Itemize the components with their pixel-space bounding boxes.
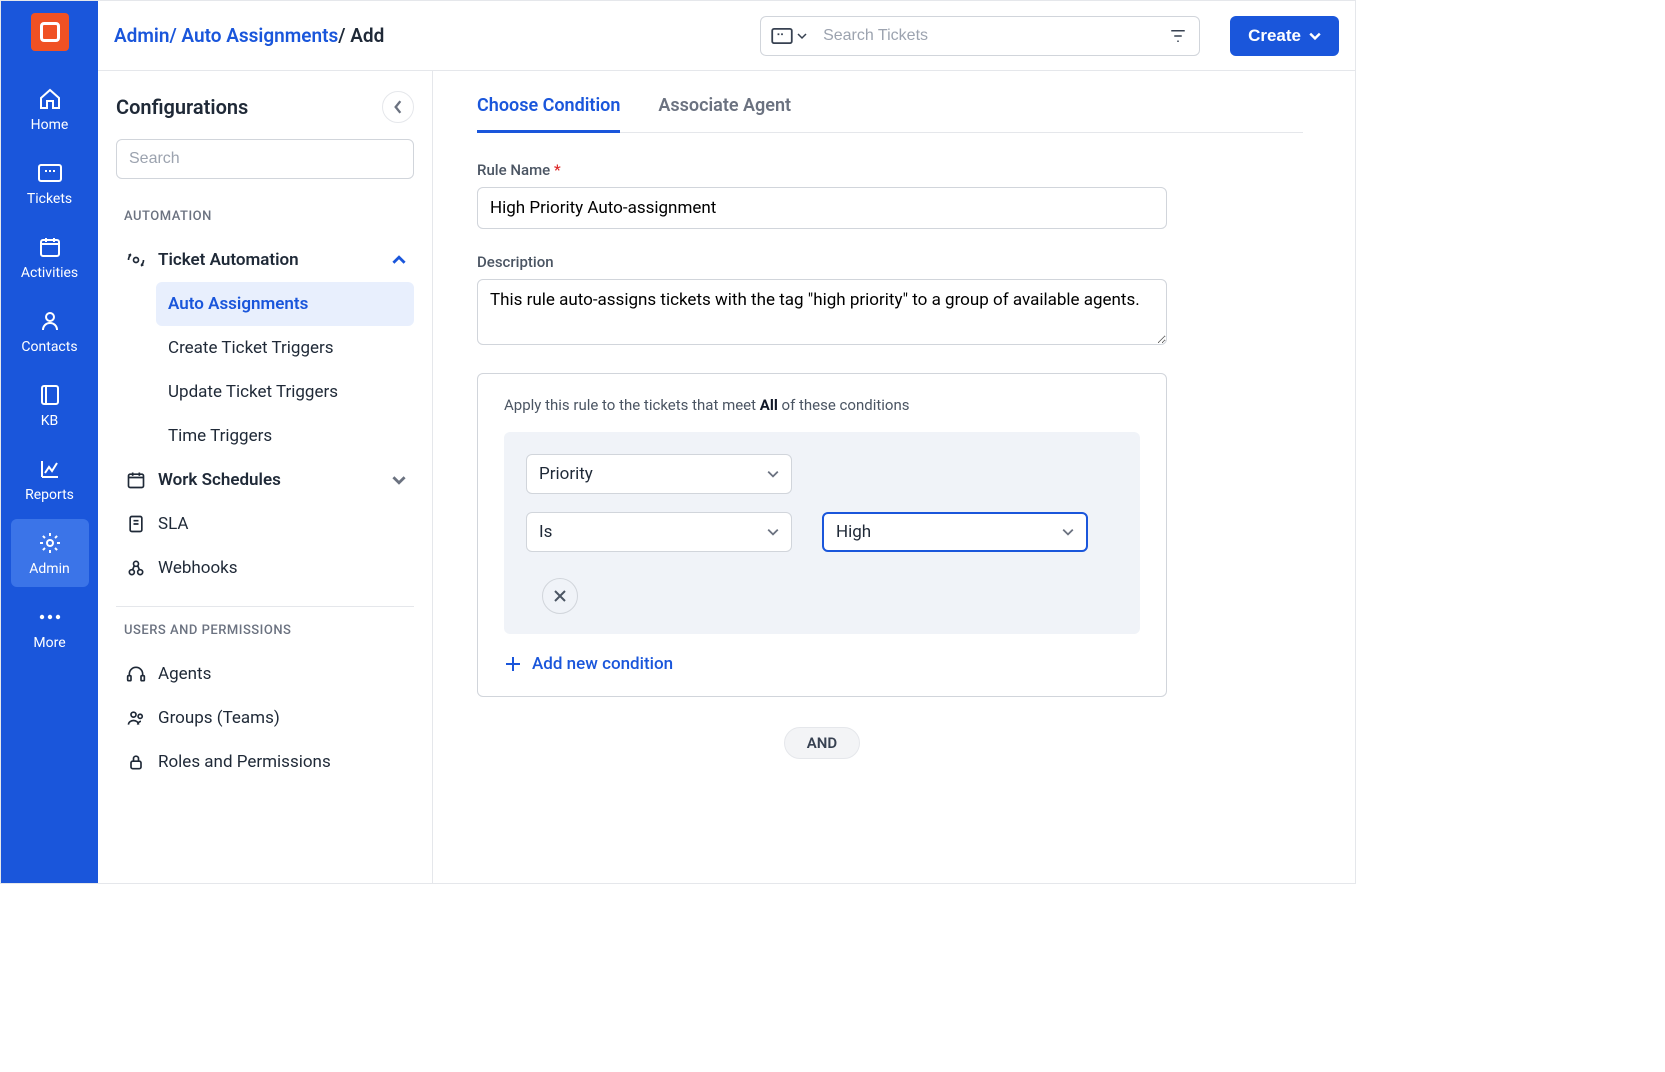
- filter-button[interactable]: [1161, 19, 1195, 53]
- tree-agents[interactable]: Agents: [116, 652, 414, 696]
- condition-operator-select[interactable]: Is: [526, 512, 792, 552]
- nav-more-label: More: [33, 635, 65, 651]
- config-title: Configurations: [116, 95, 248, 119]
- subnav-create-triggers[interactable]: Create Ticket Triggers: [156, 326, 414, 370]
- chevron-up-icon: [392, 255, 406, 265]
- breadcrumb-admin[interactable]: Admin: [114, 24, 169, 47]
- nav-tickets-label: Tickets: [27, 191, 72, 207]
- conditions-panel: Apply this rule to the tickets that meet…: [477, 373, 1167, 697]
- nav-reports[interactable]: Reports: [11, 445, 89, 513]
- condition-block: Priority Is High: [504, 432, 1140, 634]
- section-users-permissions: USERS AND PERMISSIONS: [124, 623, 414, 638]
- form-area: Choose Condition Associate Agent Rule Na…: [433, 71, 1355, 883]
- gear-icon: [38, 531, 62, 555]
- create-button[interactable]: Create: [1230, 16, 1339, 56]
- nav-contacts-label: Contacts: [21, 339, 77, 355]
- description-input[interactable]: This rule auto-assigns tickets with the …: [477, 279, 1167, 345]
- webhook-icon: [124, 556, 148, 580]
- chevron-down-icon: [767, 527, 779, 537]
- filter-icon: [1169, 27, 1187, 45]
- nav-reports-label: Reports: [25, 487, 74, 503]
- logic-operator-pill[interactable]: AND: [784, 727, 860, 759]
- tab-choose-condition[interactable]: Choose Condition: [477, 95, 620, 133]
- nav-kb[interactable]: KB: [11, 371, 89, 439]
- rule-name-label: Rule Name *: [477, 161, 1303, 179]
- subnav-auto-assignments[interactable]: Auto Assignments: [156, 282, 414, 326]
- lock-icon: [124, 750, 148, 774]
- search-type-selector[interactable]: [761, 28, 817, 44]
- nav-admin[interactable]: Admin: [11, 519, 89, 587]
- search-input[interactable]: [817, 27, 1161, 45]
- tree-sla[interactable]: SLA: [116, 502, 414, 546]
- chart-icon: [38, 457, 62, 481]
- nav-contacts[interactable]: Contacts: [11, 297, 89, 365]
- add-condition-button[interactable]: Add new condition: [504, 654, 1140, 674]
- section-automation: AUTOMATION: [124, 209, 414, 224]
- breadcrumb: Admin/ Auto Assignments/ Add: [114, 24, 384, 47]
- remove-condition-button[interactable]: [542, 578, 578, 614]
- create-button-label: Create: [1248, 26, 1301, 46]
- close-icon: [553, 589, 567, 603]
- nav-activities[interactable]: Activities: [11, 223, 89, 291]
- topbar: Admin/ Auto Assignments/ Add Create: [98, 1, 1355, 71]
- tabs: Choose Condition Associate Agent: [477, 95, 1303, 133]
- nav-more[interactable]: More: [11, 593, 89, 661]
- chevron-down-icon: [797, 32, 807, 40]
- breadcrumb-auto-assignments[interactable]: Auto Assignments: [181, 24, 338, 47]
- collapse-sidebar-button[interactable]: [382, 91, 414, 123]
- sla-icon: [124, 512, 148, 536]
- tree-groups[interactable]: Groups (Teams): [116, 696, 414, 740]
- more-icon: [38, 605, 62, 629]
- nav-activities-label: Activities: [21, 265, 78, 281]
- headset-icon: [124, 662, 148, 686]
- schedule-icon: [124, 468, 148, 492]
- ticket-icon: [38, 161, 62, 185]
- tree-roles[interactable]: Roles and Permissions: [116, 740, 414, 784]
- automation-icon: [124, 248, 148, 272]
- nav-kb-label: KB: [41, 413, 59, 429]
- chevron-down-icon: [392, 475, 406, 485]
- subnav-time-triggers[interactable]: Time Triggers: [156, 414, 414, 458]
- plus-icon: [504, 655, 522, 673]
- tree-webhooks[interactable]: Webhooks: [116, 546, 414, 590]
- app-logo: [31, 13, 69, 51]
- breadcrumb-current: Add: [350, 24, 384, 47]
- team-icon: [124, 706, 148, 730]
- chevron-down-icon: [1062, 527, 1074, 537]
- chevron-left-icon: [393, 100, 403, 114]
- book-icon: [38, 383, 62, 407]
- nav-home[interactable]: Home: [11, 75, 89, 143]
- home-icon: [38, 87, 62, 111]
- rule-name-input[interactable]: [477, 187, 1167, 229]
- config-search-input[interactable]: [116, 139, 414, 179]
- nav-rail: Home Tickets Activities Contacts KB Repo…: [1, 1, 98, 883]
- tree-work-schedules[interactable]: Work Schedules: [116, 458, 414, 502]
- rule-intro-text: Apply this rule to the tickets that meet…: [504, 396, 1140, 414]
- nav-tickets[interactable]: Tickets: [11, 149, 89, 217]
- chevron-down-icon: [1309, 31, 1321, 41]
- ticket-small-icon: [771, 28, 793, 44]
- config-sidebar: Configurations AUTOMATION Ticket Automat…: [98, 71, 433, 883]
- chevron-down-icon: [767, 469, 779, 479]
- person-icon: [38, 309, 62, 333]
- condition-field-select[interactable]: Priority: [526, 454, 792, 494]
- calendar-icon: [38, 235, 62, 259]
- nav-home-label: Home: [31, 117, 69, 133]
- nav-admin-label: Admin: [29, 561, 69, 577]
- condition-value-select[interactable]: High: [822, 512, 1088, 552]
- search-bar: [760, 16, 1200, 56]
- subnav-update-triggers[interactable]: Update Ticket Triggers: [156, 370, 414, 414]
- description-label: Description: [477, 253, 1303, 271]
- tree-ticket-automation[interactable]: Ticket Automation: [116, 238, 414, 282]
- tab-associate-agent[interactable]: Associate Agent: [658, 95, 791, 132]
